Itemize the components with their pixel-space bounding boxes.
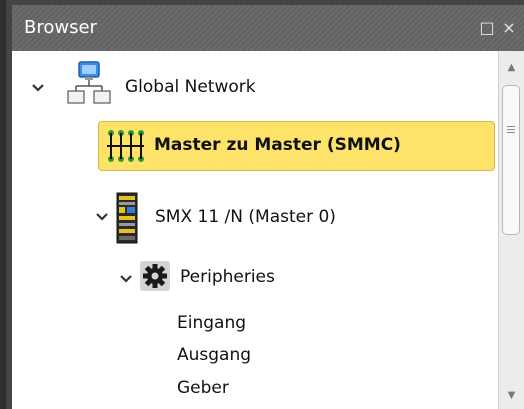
chevron-down-icon[interactable] [95, 210, 109, 224]
close-icon[interactable]: × [500, 5, 518, 51]
grip-line [507, 126, 515, 127]
panel-title: Browser [24, 17, 97, 38]
grip-line [507, 132, 515, 133]
scrollbar-thumb[interactable] [502, 85, 520, 235]
bus-topology-icon [107, 130, 144, 162]
gear-icon [140, 261, 170, 291]
tree-view: Global Network Master zu Master (SMMC) S… [12, 51, 498, 409]
tree-item-global-network[interactable]: Global Network [125, 77, 256, 97]
maximize-icon[interactable]: □ [478, 5, 496, 51]
browser-panel: Browser □ × Global Network Master zu Mas… [0, 0, 524, 409]
network-icon [67, 61, 111, 104]
tree-item-ausgang[interactable]: Ausgang [177, 345, 251, 365]
scroll-down-icon[interactable]: ▼ [499, 383, 524, 407]
vertical-scrollbar[interactable]: ▲ ▼ [498, 51, 524, 409]
device-module-icon [116, 192, 138, 244]
tree-item-eingang[interactable]: Eingang [177, 313, 246, 333]
tree-item-device[interactable]: SMX 11 /N (Master 0) [155, 207, 336, 227]
chevron-down-icon[interactable] [119, 272, 133, 286]
scroll-up-icon[interactable]: ▲ [499, 55, 524, 79]
chevron-down-icon[interactable] [31, 81, 45, 95]
tree-item-geber[interactable]: Geber [177, 378, 229, 398]
panel-title-bar: Browser □ × [12, 5, 524, 51]
tree-item-peripheries[interactable]: Peripheries [180, 267, 275, 287]
grip-line [507, 129, 515, 130]
tree-item-master-link-label: Master zu Master (SMMC) [154, 135, 401, 155]
